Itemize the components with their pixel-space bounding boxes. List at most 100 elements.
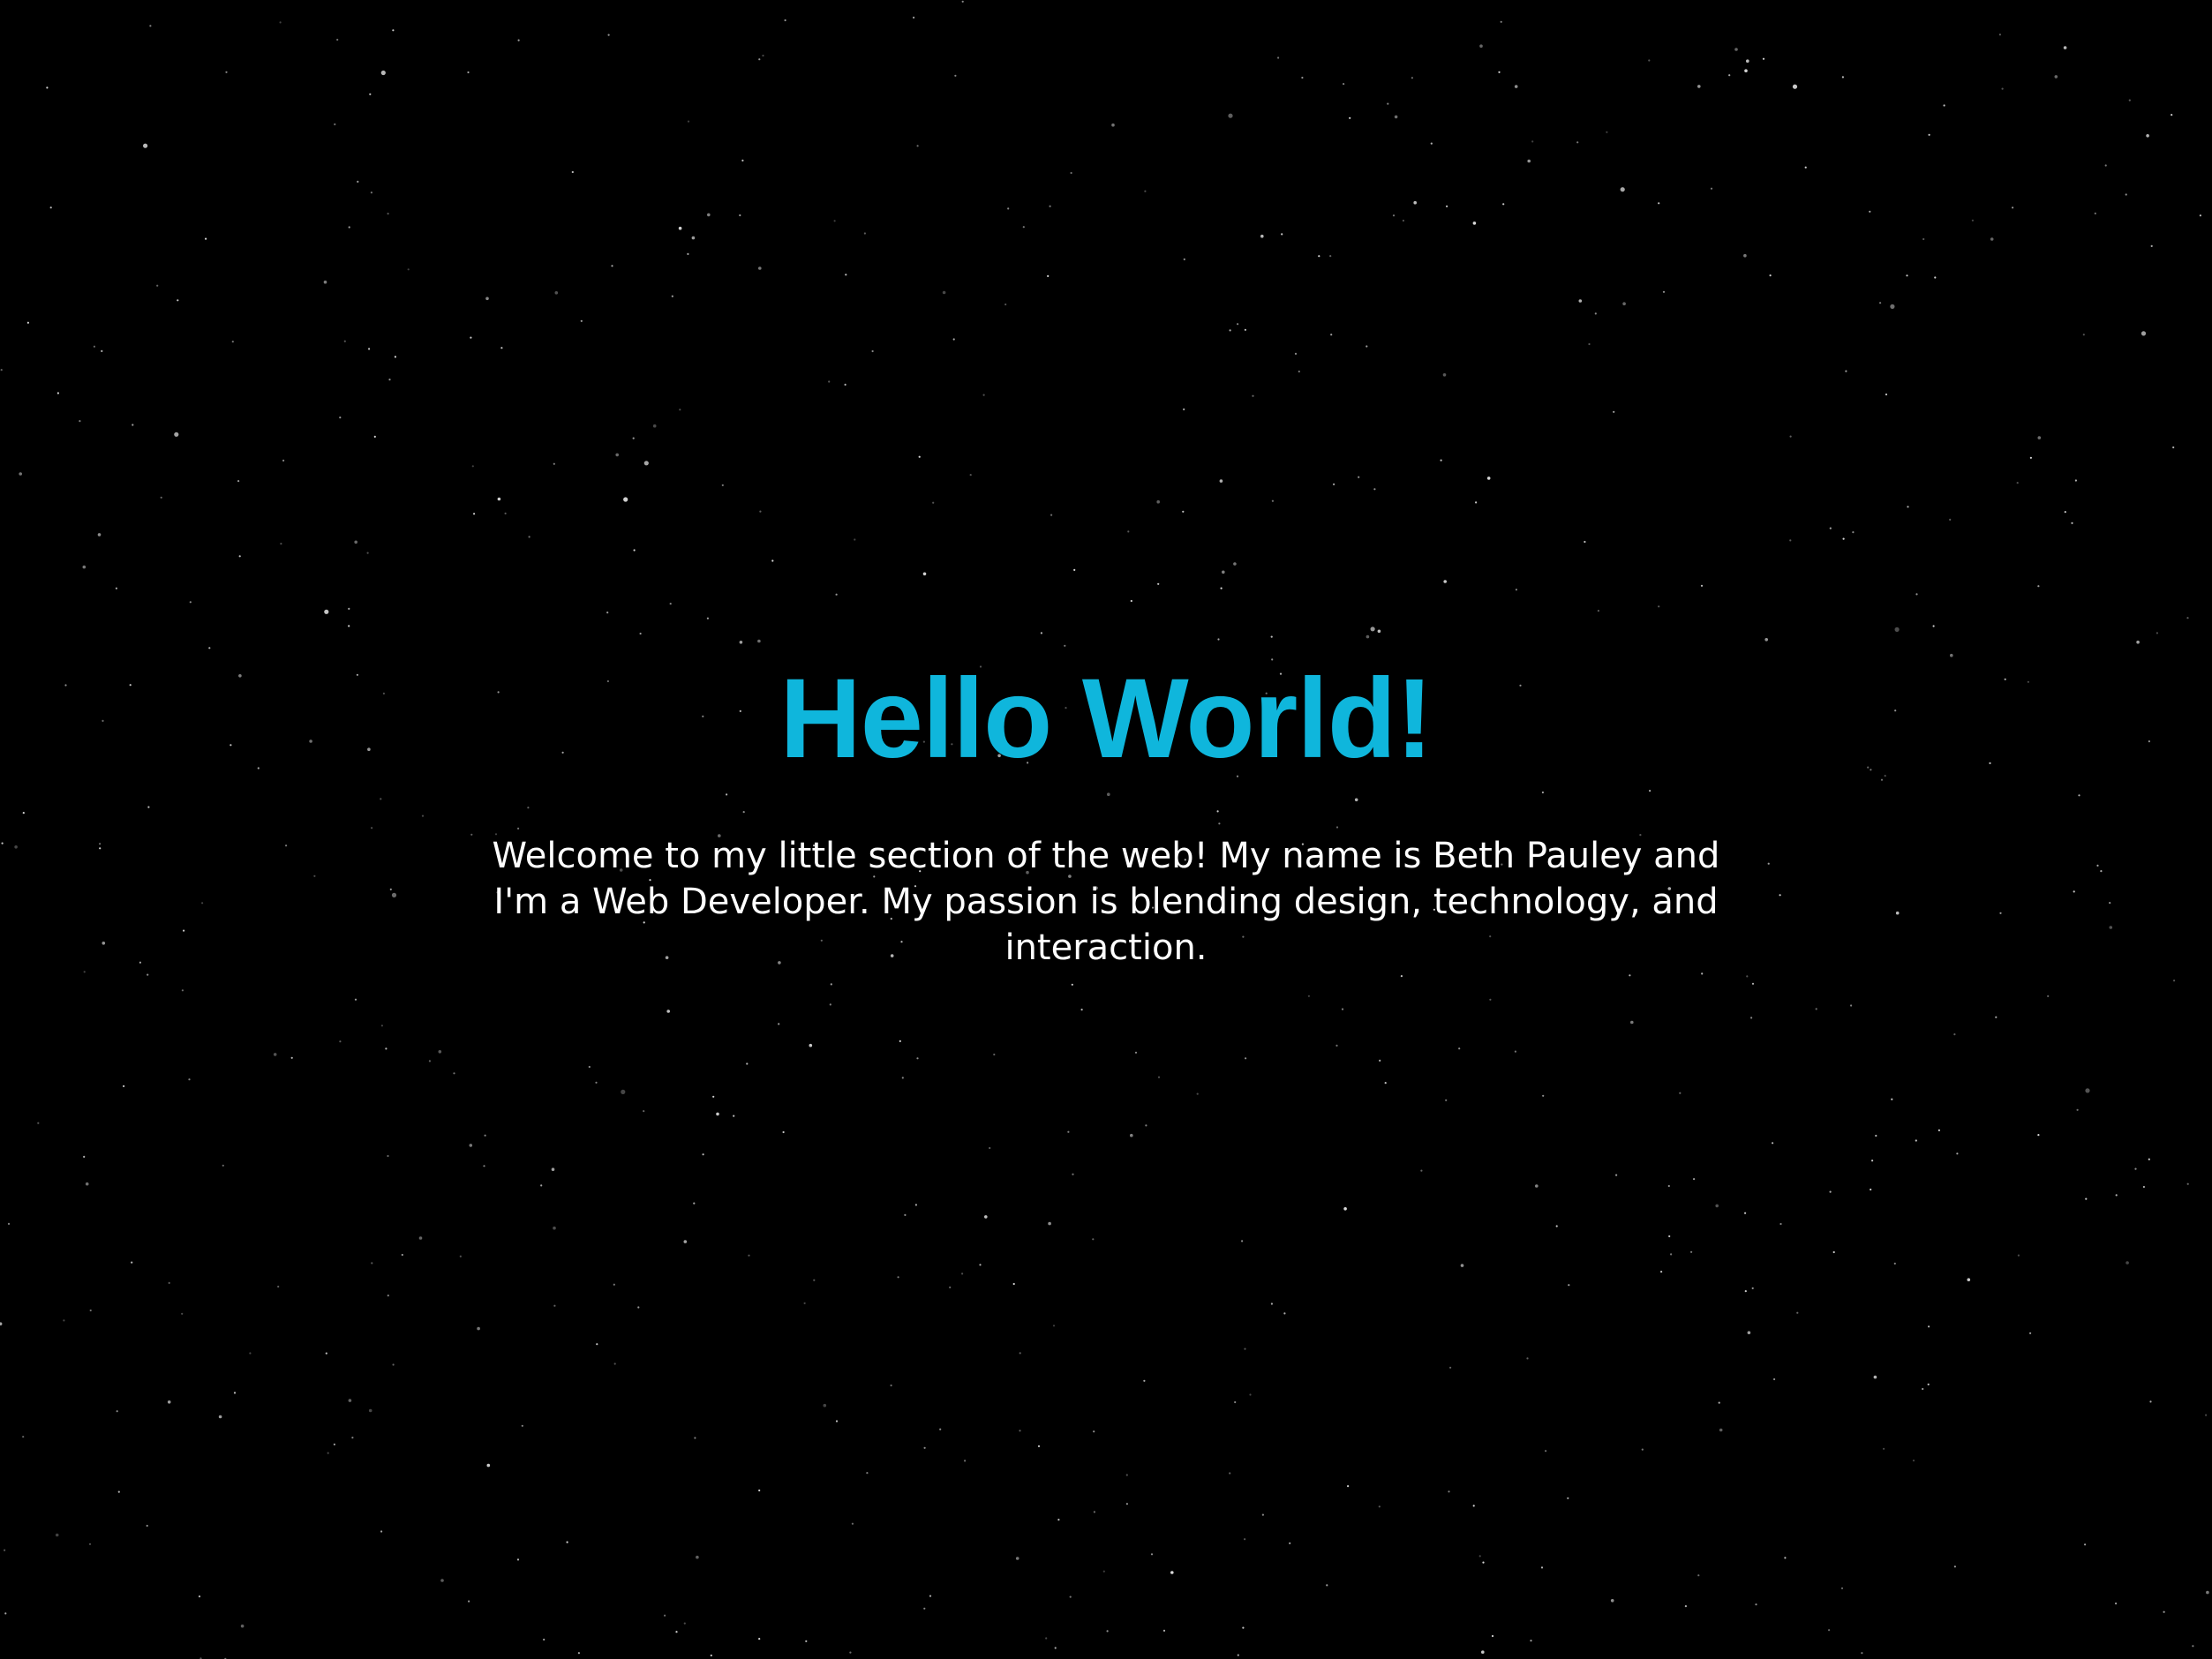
star bbox=[89, 1309, 92, 1312]
star bbox=[2012, 206, 2014, 209]
star bbox=[484, 1134, 486, 1137]
star bbox=[168, 1281, 170, 1284]
star bbox=[1934, 276, 1937, 279]
star bbox=[830, 983, 832, 986]
star bbox=[1762, 57, 1765, 60]
star bbox=[784, 19, 786, 22]
star bbox=[1715, 1204, 1719, 1208]
star bbox=[277, 1285, 280, 1288]
star bbox=[606, 612, 609, 614]
star bbox=[1701, 972, 1704, 975]
star bbox=[1629, 974, 1631, 977]
star bbox=[733, 1115, 735, 1117]
star bbox=[615, 453, 619, 457]
star bbox=[469, 1144, 473, 1147]
star bbox=[746, 1062, 749, 1065]
star bbox=[2085, 1197, 2088, 1200]
star bbox=[643, 461, 649, 466]
star bbox=[687, 120, 690, 123]
star bbox=[671, 295, 673, 297]
star bbox=[633, 549, 636, 552]
star bbox=[392, 29, 395, 32]
star bbox=[1515, 589, 1517, 591]
star bbox=[2186, 617, 2189, 619]
star bbox=[1779, 1222, 1782, 1226]
star bbox=[1658, 605, 1660, 608]
star bbox=[1479, 44, 1483, 48]
star bbox=[1679, 1092, 1682, 1094]
star bbox=[1693, 1178, 1696, 1181]
star bbox=[758, 1489, 761, 1492]
star bbox=[1019, 1352, 1021, 1355]
star bbox=[1252, 394, 1254, 397]
star bbox=[706, 617, 710, 619]
star bbox=[336, 38, 339, 41]
star bbox=[2199, 214, 2201, 217]
star bbox=[368, 1408, 372, 1413]
star bbox=[115, 587, 117, 589]
star bbox=[2115, 1603, 2118, 1605]
star bbox=[854, 538, 856, 541]
star bbox=[1912, 1460, 1915, 1462]
star bbox=[1670, 1253, 1673, 1256]
star bbox=[1004, 303, 1007, 306]
star bbox=[46, 86, 49, 89]
star bbox=[208, 647, 211, 649]
star bbox=[418, 1236, 423, 1240]
star bbox=[613, 1362, 616, 1365]
star bbox=[1486, 477, 1491, 480]
star bbox=[2115, 1194, 2118, 1197]
star bbox=[1746, 59, 1749, 63]
star bbox=[1289, 1542, 1291, 1544]
star bbox=[1387, 102, 1389, 105]
star bbox=[1366, 634, 1370, 639]
star bbox=[327, 1452, 329, 1454]
star bbox=[1615, 1174, 1618, 1176]
star bbox=[333, 1443, 335, 1445]
star bbox=[123, 1085, 125, 1087]
star bbox=[696, 1555, 699, 1559]
star bbox=[1402, 219, 1404, 222]
star bbox=[1092, 1238, 1095, 1241]
star bbox=[1610, 1599, 1614, 1603]
star bbox=[348, 1399, 352, 1402]
star bbox=[683, 1622, 686, 1625]
star bbox=[2001, 87, 2004, 90]
star bbox=[387, 213, 389, 215]
star bbox=[380, 1530, 383, 1533]
star bbox=[1472, 1505, 1475, 1507]
star bbox=[1052, 1325, 1056, 1327]
star bbox=[1127, 530, 1130, 533]
star bbox=[1057, 1519, 1060, 1521]
star bbox=[1270, 635, 1273, 638]
star bbox=[1070, 171, 1072, 175]
star bbox=[1045, 1637, 1048, 1640]
star bbox=[368, 348, 371, 350]
hero-section: Hello World! Welcome to my little sectio… bbox=[0, 653, 2212, 971]
star bbox=[2134, 1167, 2137, 1170]
star bbox=[2071, 522, 2073, 524]
star bbox=[553, 462, 555, 465]
star bbox=[866, 1472, 869, 1475]
star bbox=[1744, 69, 1748, 72]
star bbox=[1379, 1059, 1381, 1062]
star bbox=[2063, 46, 2067, 49]
star bbox=[1840, 1587, 1844, 1589]
star bbox=[1915, 1139, 1917, 1142]
star bbox=[2141, 331, 2147, 336]
star bbox=[385, 1047, 387, 1050]
star bbox=[1449, 1366, 1452, 1369]
star bbox=[2186, 1182, 2189, 1185]
star bbox=[1475, 501, 1478, 504]
star bbox=[1472, 221, 1477, 225]
star bbox=[93, 345, 95, 348]
star bbox=[1852, 531, 1855, 534]
star bbox=[588, 1065, 591, 1069]
star bbox=[1527, 159, 1531, 163]
star bbox=[26, 321, 29, 324]
star bbox=[324, 609, 329, 614]
star bbox=[758, 58, 761, 61]
star bbox=[969, 474, 972, 477]
star bbox=[669, 603, 672, 605]
star bbox=[1890, 304, 1895, 309]
